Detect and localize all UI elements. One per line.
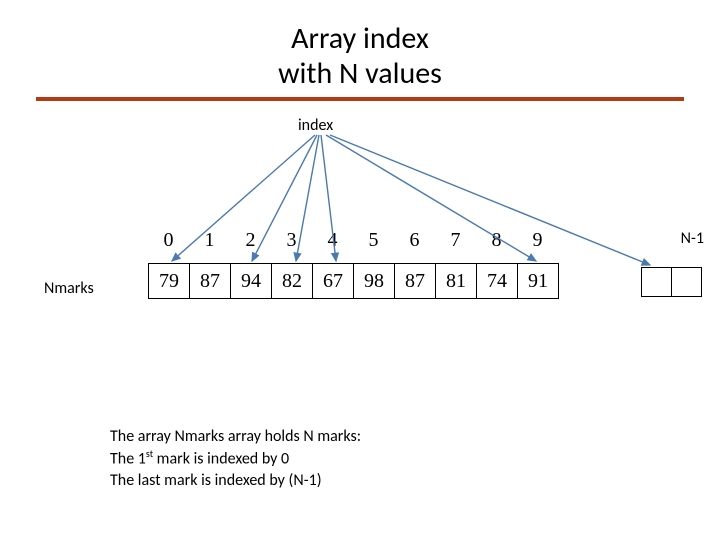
array-cell: 79: [148, 263, 189, 299]
array-diagram: index N-1 Nmarks 0 1 2 3 4 5 6 7 8 9 79 …: [0, 111, 720, 371]
caption-line-2: The 1st mark is indexed by 0: [110, 447, 361, 470]
index-cell: 4: [312, 229, 353, 252]
index-cell: 5: [353, 229, 394, 252]
array-cell: 98: [353, 263, 394, 299]
array-cell: 87: [189, 263, 230, 299]
array-cell: 82: [271, 263, 312, 299]
index-label: index: [298, 116, 333, 135]
title-underline: [36, 97, 684, 101]
index-cell: 0: [148, 229, 189, 252]
index-cell: 9: [517, 229, 558, 252]
extra-cells: [641, 267, 702, 297]
empty-cell: [671, 267, 701, 297]
slide-title: Array index with N values: [0, 0, 720, 97]
array-cells: 79 87 94 82 67 98 87 81 74 91: [148, 263, 559, 299]
index-cell: 7: [435, 229, 476, 252]
caption-sup: st: [146, 447, 153, 460]
index-cell: 1: [189, 229, 230, 252]
array-cell: 81: [435, 263, 476, 299]
caption-line-3: The last mark is indexed by (N-1): [110, 470, 361, 492]
caption-line-1: The array Nmarks array holds N marks:: [110, 426, 361, 448]
nmarks-label: Nmarks: [44, 279, 94, 298]
index-cell: 6: [394, 229, 435, 252]
index-cell: 8: [476, 229, 517, 252]
array-cell: 87: [394, 263, 435, 299]
index-cell: 3: [271, 229, 312, 252]
array-cell: 67: [312, 263, 353, 299]
array-cell: 91: [517, 263, 558, 299]
n-minus-1-label: N-1: [681, 229, 704, 248]
array-cell: 74: [476, 263, 517, 299]
empty-cell: [641, 267, 671, 297]
array-cell: 94: [230, 263, 271, 299]
caption-text: mark is indexed by 0: [153, 450, 289, 469]
caption-block: The array Nmarks array holds N marks: Th…: [110, 426, 361, 492]
index-row: 0 1 2 3 4 5 6 7 8 9: [148, 229, 558, 252]
title-line-1: Array index: [291, 20, 429, 57]
title-line-2: with N values: [278, 55, 442, 92]
index-cell: 2: [230, 229, 271, 252]
caption-text: The 1: [110, 450, 146, 469]
